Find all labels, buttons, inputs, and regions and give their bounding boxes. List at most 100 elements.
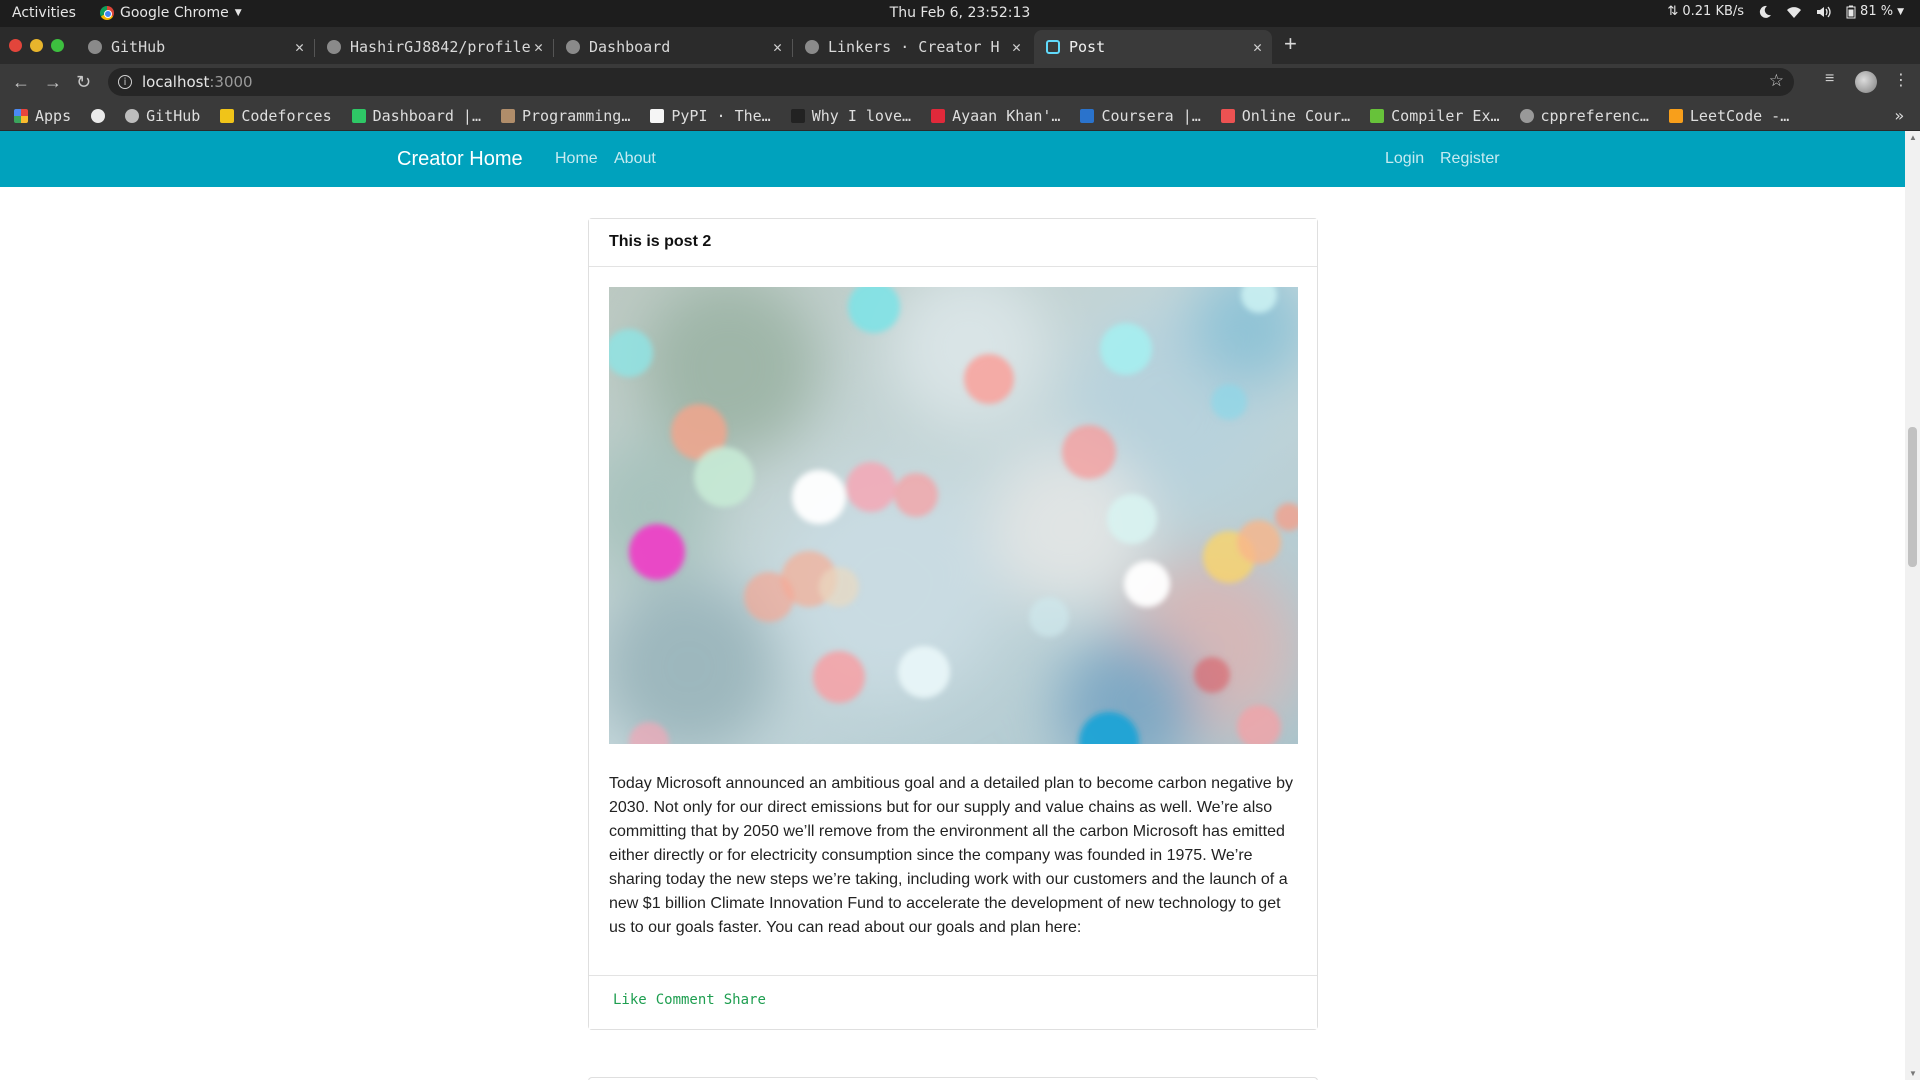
post-title: This is post 2: [589, 219, 1317, 267]
network-speed: ⇅ 0.21 KB/s: [1667, 4, 1745, 19]
comment-button[interactable]: Comment: [656, 992, 715, 1013]
bookmark-item[interactable]: Ayaan Khan'…: [931, 107, 1060, 125]
reload-icon[interactable]: ↻: [76, 72, 91, 93]
page-scrollbar[interactable]: ▲ ▼: [1905, 131, 1920, 1080]
site-brand[interactable]: Creator Home: [397, 148, 523, 171]
tab-title: Dashboard: [589, 38, 671, 56]
os-top-bar: Activities Google Chrome ▼ Thu Feb 6, 23…: [0, 0, 1920, 27]
post-body: Today Microsoft announced an ambitious g…: [609, 775, 1294, 936]
close-icon[interactable]: ✕: [295, 38, 304, 56]
bookmarks-bar: Apps GitHub Codeforces Dashboard |… Programm…: [0, 101, 1920, 131]
close-icon[interactable]: ✕: [534, 38, 543, 56]
bookmark-item[interactable]: Why I love…: [790, 106, 912, 125]
medium-icon: [931, 108, 946, 123]
bookmarks-overflow-icon[interactable]: »: [1894, 106, 1904, 125]
window-controls: [9, 39, 64, 52]
bookmark-label: Ayaan Khan'…: [952, 106, 1061, 125]
new-tab-button[interactable]: +: [1284, 31, 1297, 57]
system-status-area[interactable]: ⇅ 0.21 KB/s 81 % ▼: [1667, 4, 1904, 19]
night-light-icon: [1759, 5, 1772, 18]
wifi-icon: [1787, 6, 1802, 18]
chevron-down-icon: ▼: [234, 8, 242, 18]
bookmark-label: Why I love…: [811, 106, 912, 125]
scroll-down-icon[interactable]: ▼: [1909, 1069, 1917, 1078]
bookmark-item[interactable]: cppreferenc…: [1519, 107, 1649, 125]
tab-title: GitHub: [111, 38, 166, 56]
nav-link-register[interactable]: Register: [1440, 150, 1500, 168]
nav-link-home[interactable]: Home: [555, 150, 598, 168]
bookmark-label: Apps: [35, 106, 72, 125]
battery-icon: [1846, 5, 1856, 18]
bookmark-item[interactable]: Compiler Ex…: [1370, 106, 1500, 125]
github-icon: [88, 40, 102, 54]
post-actions: Like Comment Share: [589, 975, 1317, 1029]
chrome-icon: [100, 6, 114, 20]
bookmark-item[interactable]: Codeforces: [220, 106, 332, 125]
site-navbar: Creator Home Home About Login Register: [0, 131, 1905, 187]
tab-dashboard[interactable]: Dashboard ✕: [554, 30, 793, 64]
bookmark-star-icon[interactable]: ☆: [1769, 71, 1784, 91]
bookmark-label: Programming…: [522, 106, 631, 125]
post-image: [609, 287, 1298, 744]
scrollbar-thumb[interactable]: [1908, 427, 1917, 567]
apps-grid-icon: [14, 108, 28, 123]
tab-post[interactable]: Post ✕: [1034, 30, 1272, 64]
bookmark-label: Codeforces: [241, 106, 332, 125]
browser-toolbar: ← → ↻ i localhost:3000 ☆ ≡ ⋮: [0, 64, 1920, 101]
tab-title: Linkers · Creator H: [828, 38, 1000, 56]
forward-arrow-icon[interactable]: →: [44, 72, 62, 93]
info-icon[interactable]: i: [118, 75, 132, 89]
system-clock[interactable]: Thu Feb 6, 23:52:13: [0, 5, 1920, 21]
bookmark-item[interactable]: Programming…: [501, 107, 630, 125]
close-icon[interactable]: ✕: [1012, 38, 1021, 56]
globe-icon: [91, 108, 106, 123]
page-viewport: Creator Home Home About Login Register T…: [0, 131, 1905, 1080]
media-control-icon[interactable]: ≡: [1825, 70, 1834, 88]
bookmark-label: GitHub: [146, 106, 201, 125]
cppreference-icon: [1519, 108, 1534, 123]
bookmark-label: LeetCode -…: [1689, 106, 1790, 125]
bookmark-item[interactable]: Dashboard |…: [351, 107, 481, 125]
close-window-button[interactable]: [9, 39, 22, 52]
back-arrow-icon[interactable]: ←: [12, 72, 30, 93]
activities-button[interactable]: Activities: [12, 5, 76, 21]
bookmark-item[interactable]: Apps: [14, 107, 71, 125]
share-button[interactable]: Share: [724, 992, 766, 1013]
bookmark-label: Compiler Ex…: [1391, 106, 1500, 125]
bookmark-item[interactable]: Online Cour…: [1220, 106, 1351, 125]
close-icon[interactable]: ✕: [1253, 38, 1262, 56]
more-menu-icon[interactable]: ⋮: [1893, 70, 1909, 90]
scroll-up-icon[interactable]: ▲: [1909, 133, 1917, 142]
volume-icon: [1817, 6, 1831, 17]
coursera-icon: [1080, 108, 1095, 123]
bookmark-item[interactable]: GitHub: [125, 107, 200, 125]
bookmark-item[interactable]: [91, 108, 106, 123]
like-button[interactable]: Like: [613, 992, 647, 1013]
bookmark-label: Coursera |…: [1101, 106, 1201, 125]
url-host: localhost: [142, 73, 210, 91]
bokeh-photo: [609, 287, 1298, 744]
tab-title: Post: [1069, 38, 1106, 56]
bookmark-item[interactable]: PyPI · The…: [650, 107, 771, 125]
avatar[interactable]: [1855, 71, 1877, 93]
address-bar[interactable]: i localhost:3000 ☆: [108, 68, 1794, 96]
bookmark-item[interactable]: Coursera |…: [1080, 106, 1201, 125]
codechef-icon: [501, 108, 515, 123]
bookmark-label: Online Cour…: [1241, 106, 1351, 125]
tab-github[interactable]: GitHub ✕: [76, 30, 315, 64]
tab-strip: GitHub ✕ HashirGJ8842/profile ✕ Dashboar…: [0, 27, 1920, 64]
nav-link-about[interactable]: About: [614, 150, 656, 168]
bookmark-item[interactable]: LeetCode -…: [1668, 106, 1790, 125]
codeforces-icon: [220, 108, 235, 123]
battery-level: 81 %: [1860, 4, 1894, 19]
tab-profile-repo[interactable]: HashirGJ8842/profile ✕: [315, 30, 554, 64]
app-menu[interactable]: Google Chrome ▼: [100, 5, 242, 21]
tab-title: HashirGJ8842/profile: [350, 38, 531, 56]
close-icon[interactable]: ✕: [773, 38, 782, 56]
nav-link-login[interactable]: Login: [1385, 150, 1424, 168]
react-icon: [1046, 40, 1060, 54]
minimize-window-button[interactable]: [30, 39, 43, 52]
maximize-window-button[interactable]: [51, 39, 64, 52]
tab-linkers[interactable]: Linkers · Creator H ✕: [793, 30, 1031, 64]
github-icon: [566, 40, 580, 54]
